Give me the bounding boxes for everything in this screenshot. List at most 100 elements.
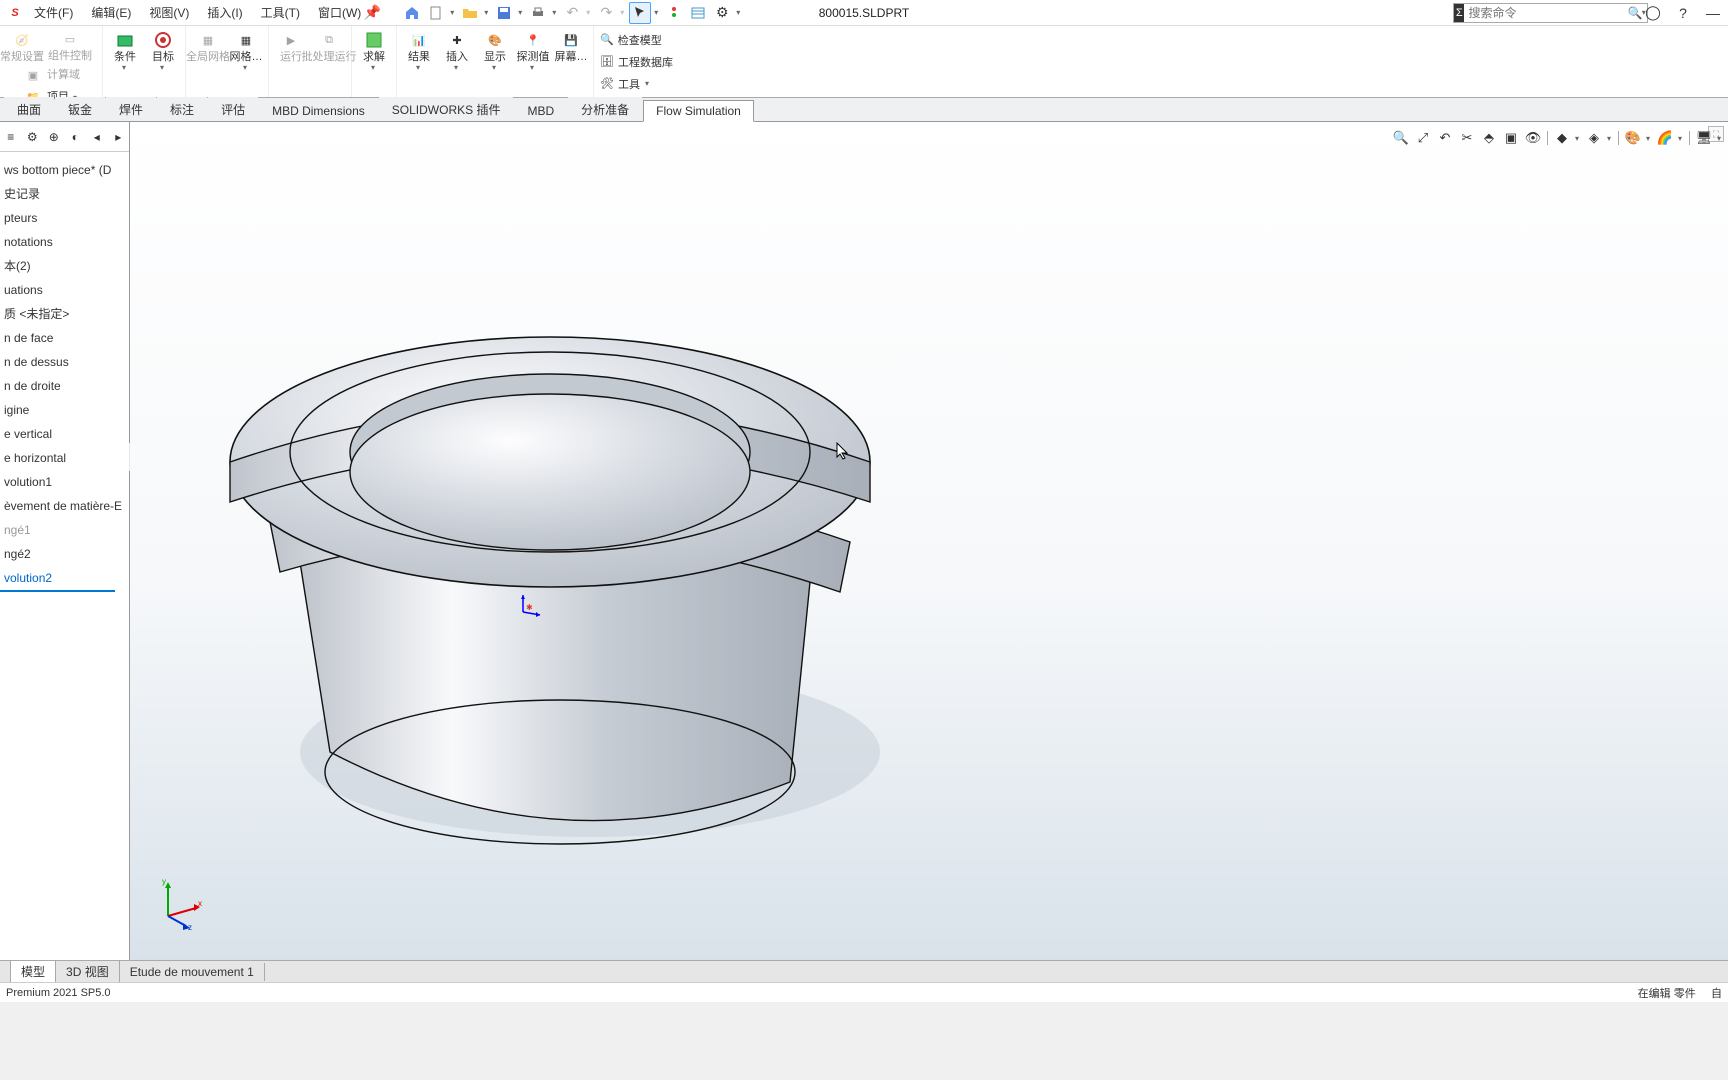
traffic-icon[interactable] bbox=[663, 2, 685, 24]
save-icon[interactable] bbox=[493, 2, 515, 24]
list-icon[interactable] bbox=[687, 2, 709, 24]
btn-general-settings[interactable]: 🧭常规设置 bbox=[4, 28, 40, 64]
open-dropdown-icon[interactable]: ▾ bbox=[481, 8, 491, 17]
btn-check-model[interactable]: 🔍检查模型 bbox=[600, 30, 673, 50]
tree-item[interactable]: n de dessus bbox=[0, 350, 129, 374]
menu-edit[interactable]: 编辑(E) bbox=[91, 4, 131, 21]
print-icon[interactable] bbox=[527, 2, 549, 24]
search-mode-icon[interactable]: Σ bbox=[1454, 4, 1464, 22]
redo-dropdown-icon[interactable]: ▾ bbox=[617, 8, 627, 17]
search-input[interactable] bbox=[1464, 6, 1627, 20]
menu-window[interactable]: 窗口(W) bbox=[318, 4, 361, 21]
tree-item[interactable]: n de face bbox=[0, 326, 129, 350]
tree-item[interactable]: 质 <未指定> bbox=[0, 302, 129, 326]
btn-global-mesh[interactable]: ▦全局网格 bbox=[190, 28, 226, 73]
appearance2-icon[interactable]: ◈ bbox=[1584, 128, 1604, 148]
print-dropdown-icon[interactable]: ▾ bbox=[549, 8, 559, 17]
select-dropdown-icon[interactable]: ▾ bbox=[651, 8, 661, 17]
menu-insert[interactable]: 插入(I) bbox=[207, 4, 242, 21]
btn-component-ctrl[interactable]: ▭组件控制 bbox=[42, 28, 98, 64]
tree-item[interactable]: igine bbox=[0, 398, 129, 422]
tab-分析准备[interactable]: 分析准备 bbox=[568, 97, 642, 121]
btn-compute-domain[interactable]: ▣计算域 bbox=[16, 64, 86, 86]
btn-tools[interactable]: 🛠工具▾ bbox=[600, 74, 673, 94]
options-icon[interactable]: ⚙ bbox=[711, 2, 733, 24]
btn-eng-db[interactable]: 🗄工程数据库 bbox=[600, 52, 673, 72]
tree-nav-prev-icon[interactable]: ◂ bbox=[88, 126, 106, 148]
tree-item[interactable]: notations bbox=[0, 230, 129, 254]
btn-results[interactable]: 📊结果▾ bbox=[401, 28, 437, 73]
screen-icon[interactable]: 🖥 bbox=[1694, 128, 1714, 148]
bottom-tab-2[interactable]: Etude de mouvement 1 bbox=[120, 963, 265, 981]
hide-show-icon[interactable]: 👁 bbox=[1523, 128, 1543, 148]
btn-conditions[interactable]: 条件▾ bbox=[107, 28, 143, 73]
user-icon[interactable]: ◯ bbox=[1642, 2, 1664, 24]
btn-insert-result[interactable]: ✚插入▾ bbox=[439, 28, 475, 73]
options-dropdown-icon[interactable]: ▾ bbox=[733, 8, 743, 17]
tree-tab-4-icon[interactable]: ◐ bbox=[67, 126, 85, 148]
tree-item[interactable]: ws bottom piece* (D bbox=[0, 158, 129, 182]
tab-MBD Dimensions[interactable]: MBD Dimensions bbox=[259, 100, 378, 121]
tree-item[interactable]: uations bbox=[0, 278, 129, 302]
menu-file[interactable]: 文件(F) bbox=[34, 4, 73, 21]
zoom-area-icon[interactable]: ⤢ bbox=[1413, 128, 1433, 148]
view-orient-icon[interactable]: ⬘ bbox=[1479, 128, 1499, 148]
viewport-3d[interactable]: ⛶ 🔍 ⤢ ↶ ✂ ⬘ ▣ 👁 ◆▾ ◈▾ 🎨▾ 🌈▾ 🖥▾ bbox=[130, 122, 1728, 960]
new-icon[interactable] bbox=[425, 2, 447, 24]
scene-icon[interactable]: 🎨 bbox=[1623, 128, 1643, 148]
tree-item[interactable]: e horizontal bbox=[0, 446, 129, 470]
tree-item[interactable]: pteurs bbox=[0, 206, 129, 230]
tab-标注[interactable]: 标注 bbox=[157, 97, 207, 121]
btn-batch-run[interactable]: ⧉批处理运行 bbox=[311, 28, 347, 64]
help-icon[interactable]: ? bbox=[1672, 2, 1694, 24]
zoom-fit-icon[interactable]: 🔍 bbox=[1391, 128, 1411, 148]
tree-item[interactable]: e vertical bbox=[0, 422, 129, 446]
home-icon[interactable] bbox=[401, 2, 423, 24]
tab-SOLIDWORKS 插件[interactable]: SOLIDWORKS 插件 bbox=[379, 97, 514, 121]
open-icon[interactable] bbox=[459, 2, 481, 24]
tab-Flow Simulation[interactable]: Flow Simulation bbox=[643, 100, 754, 122]
appearance1-icon[interactable]: ◆ bbox=[1552, 128, 1572, 148]
save-dropdown-icon[interactable]: ▾ bbox=[515, 8, 525, 17]
bottom-tab-0[interactable]: 模型 bbox=[10, 961, 56, 982]
minimize-icon[interactable]: — bbox=[1702, 2, 1724, 24]
pin-icon[interactable]: 📌 bbox=[361, 2, 383, 24]
tree-item[interactable]: 本(2) bbox=[0, 254, 129, 278]
tree-item[interactable]: volution1 bbox=[0, 470, 129, 494]
btn-probe[interactable]: 📍探测值▾ bbox=[515, 28, 551, 73]
prev-view-icon[interactable]: ↶ bbox=[1435, 128, 1455, 148]
tab-MBD[interactable]: MBD bbox=[514, 100, 567, 121]
tab-焊件[interactable]: 焊件 bbox=[106, 97, 156, 121]
tab-曲面[interactable]: 曲面 bbox=[4, 97, 54, 121]
tree-item[interactable]: èvement de matière-E bbox=[0, 494, 129, 518]
undo-icon[interactable]: ↶ bbox=[561, 2, 583, 24]
triad-icon[interactable]: y x z bbox=[150, 874, 206, 930]
tree-item[interactable]: volution2 bbox=[0, 566, 115, 592]
menu-view[interactable]: 视图(V) bbox=[149, 4, 189, 21]
tree-item[interactable]: n de droite bbox=[0, 374, 129, 398]
tree-item[interactable]: 史记录 bbox=[0, 182, 129, 206]
render-icon[interactable]: 🌈 bbox=[1655, 128, 1675, 148]
tree-item[interactable]: ngé2 bbox=[0, 542, 129, 566]
search-box[interactable]: Σ 🔍 ▾ bbox=[1453, 3, 1648, 23]
new-dropdown-icon[interactable]: ▾ bbox=[447, 8, 457, 17]
bottom-tab-1[interactable]: 3D 视图 bbox=[56, 961, 120, 982]
menu-tools[interactable]: 工具(T) bbox=[261, 4, 300, 21]
btn-mesh[interactable]: ▦网格…▾ bbox=[228, 28, 264, 73]
tree-tab-1-icon[interactable]: ≡ bbox=[2, 126, 20, 148]
tree-item[interactable]: ngé1 bbox=[0, 518, 129, 542]
btn-goals[interactable]: 目标▾ bbox=[145, 28, 181, 73]
tab-评估[interactable]: 评估 bbox=[208, 97, 258, 121]
tree-nav-next-icon[interactable]: ▸ bbox=[110, 126, 128, 148]
display-style-icon[interactable]: ▣ bbox=[1501, 128, 1521, 148]
undo-dropdown-icon[interactable]: ▾ bbox=[583, 8, 593, 17]
btn-screen[interactable]: 💾屏幕… bbox=[553, 28, 589, 73]
btn-display[interactable]: 🎨显示▾ bbox=[477, 28, 513, 73]
select-icon[interactable] bbox=[629, 2, 651, 24]
redo-icon[interactable]: ↷ bbox=[595, 2, 617, 24]
tab-钣金[interactable]: 钣金 bbox=[55, 97, 105, 121]
section-icon[interactable]: ✂ bbox=[1457, 128, 1477, 148]
btn-solve[interactable]: 求解▾ bbox=[356, 28, 392, 73]
tree-tab-2-icon[interactable]: ⚙ bbox=[24, 126, 42, 148]
tree-tab-3-icon[interactable]: ⊕ bbox=[45, 126, 63, 148]
